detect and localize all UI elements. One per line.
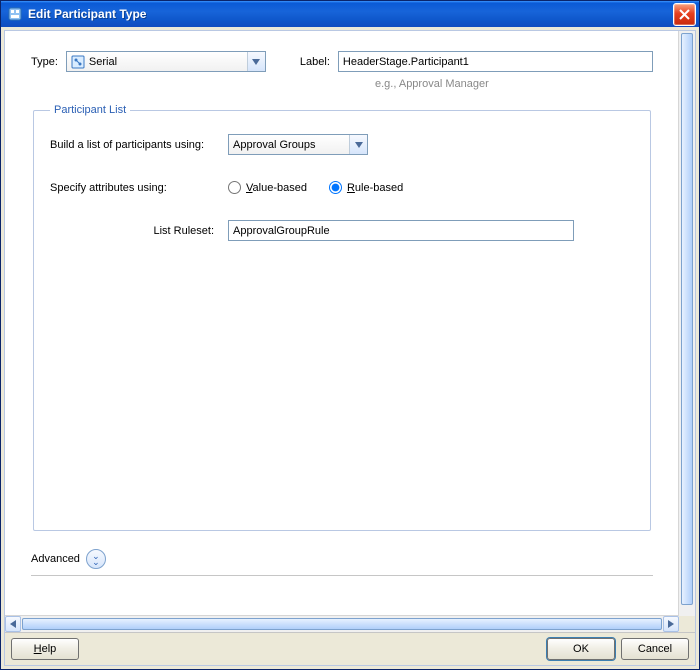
dropdown-arrow-icon: [349, 135, 367, 154]
close-button[interactable]: [673, 3, 696, 26]
close-icon: [679, 9, 690, 20]
chevron-right-icon: [668, 620, 674, 628]
ok-button[interactable]: OK: [547, 638, 615, 660]
advanced-separator: [31, 575, 653, 576]
build-row: Build a list of participants using: Appr…: [50, 134, 634, 155]
client-area: Type: Serial: [4, 30, 696, 666]
window-title: Edit Participant Type: [28, 7, 673, 21]
attrs-row: Specify attributes using: Value-based Ru…: [50, 181, 634, 194]
advanced-expander[interactable]: ⌄⌄: [86, 549, 106, 569]
serial-icon: [71, 55, 85, 69]
titlebar: Edit Participant Type: [1, 1, 699, 27]
type-value: Serial: [89, 56, 247, 68]
value-based-label: Value-based: [246, 182, 307, 194]
advanced-row: Advanced ⌄⌄: [31, 549, 653, 569]
participant-list-group: Participant List Build a list of partici…: [33, 104, 651, 531]
horizontal-scroll-thumb[interactable]: [22, 618, 662, 630]
scroll-left-button[interactable]: [5, 616, 21, 632]
rule-based-radio[interactable]: Rule-based: [329, 181, 403, 194]
label-hint: e.g., Approval Manager: [375, 78, 653, 90]
rule-based-radio-input[interactable]: [329, 181, 342, 194]
attrs-radio-group: Value-based Rule-based: [228, 181, 403, 194]
vertical-scrollbar[interactable]: [678, 31, 695, 616]
ruleset-row: List Ruleset:: [50, 220, 634, 241]
label-input[interactable]: [338, 51, 653, 72]
type-label: Type:: [31, 56, 58, 68]
cancel-button[interactable]: Cancel: [621, 638, 689, 660]
ruleset-input[interactable]: [228, 220, 574, 241]
participant-list-legend: Participant List: [50, 104, 130, 116]
attrs-label: Specify attributes using:: [50, 182, 214, 194]
advanced-label: Advanced: [31, 553, 80, 565]
build-label: Build a list of participants using:: [50, 139, 214, 151]
app-icon: [7, 6, 23, 22]
type-combobox[interactable]: Serial: [66, 51, 266, 72]
build-combobox[interactable]: Approval Groups: [228, 134, 368, 155]
ruleset-label: List Ruleset:: [50, 225, 214, 237]
value-based-radio[interactable]: Value-based: [228, 181, 307, 194]
value-based-radio-input[interactable]: [228, 181, 241, 194]
help-button[interactable]: Help: [11, 638, 79, 660]
rule-based-label: Rule-based: [347, 182, 403, 194]
build-value: Approval Groups: [233, 139, 349, 151]
scroll-area: Type: Serial: [5, 31, 695, 632]
dropdown-arrow-icon: [247, 52, 265, 71]
vertical-scroll-thumb[interactable]: [681, 33, 693, 605]
button-bar: Help OK Cancel: [5, 632, 695, 665]
label-label: Label:: [300, 56, 330, 68]
scroll-right-button[interactable]: [663, 616, 679, 632]
top-row: Type: Serial: [31, 51, 653, 72]
chevron-down-icon: ⌄⌄: [92, 553, 100, 565]
horizontal-scrollbar[interactable]: [5, 615, 679, 632]
dialog-window: Edit Participant Type Type:: [0, 0, 700, 670]
chevron-left-icon: [10, 620, 16, 628]
content: Type: Serial: [5, 31, 679, 616]
scroll-corner: [679, 616, 695, 632]
